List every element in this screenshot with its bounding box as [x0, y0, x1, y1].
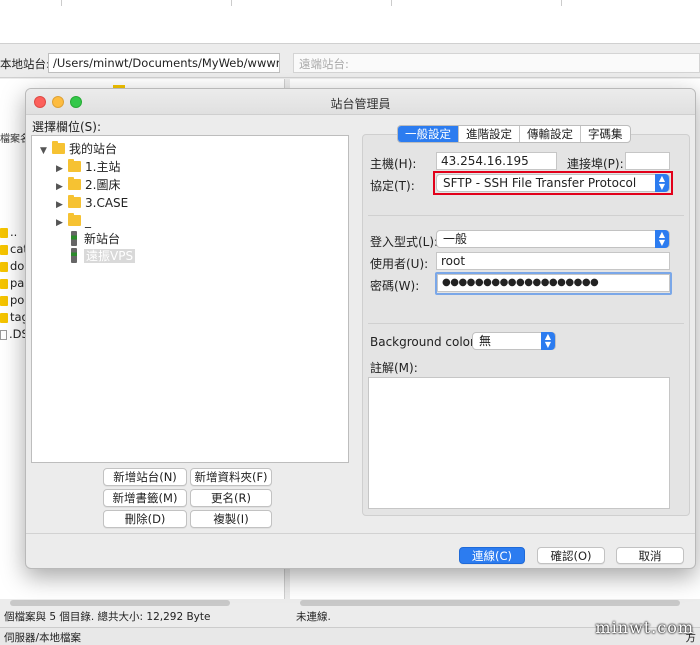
- logon-type-select[interactable]: 一般 ▲ ▼: [436, 230, 670, 248]
- toolbar-segment: [0, 0, 62, 6]
- rename-button[interactable]: 更名(R): [190, 489, 272, 507]
- toolbar-area: [0, 0, 700, 44]
- folder-icon: [68, 159, 81, 172]
- delete-button[interactable]: 刪除(D): [103, 510, 187, 528]
- bottom-tab[interactable]: 伺服器/本地檔案: [4, 632, 81, 644]
- host-field[interactable]: 43.254.16.195: [436, 152, 557, 170]
- server-icon: [71, 231, 77, 246]
- tree-site[interactable]: 新站台: [68, 230, 120, 248]
- remote-path-input[interactable]: 遠端站台:: [293, 53, 700, 73]
- local-path-input[interactable]: /Users/minwt/Documents/MyWeb/wwwroo: [48, 53, 280, 73]
- tree-folder[interactable]: ▶ _: [56, 212, 91, 230]
- divider: [26, 533, 695, 534]
- comments-label: 註解(M):: [370, 361, 418, 375]
- local-file-row[interactable]: cat: [0, 242, 26, 258]
- server-icon: [71, 248, 77, 263]
- tree-site-selected[interactable]: 遠振VPS: [68, 247, 136, 265]
- tab-charset[interactable]: 字碼集: [581, 126, 630, 142]
- bg-color-value: 無: [479, 334, 492, 348]
- user-label: 使用者(U):: [370, 257, 429, 271]
- new-bookmark-button[interactable]: 新增書籤(M): [103, 489, 187, 507]
- remote-site-label: 遠端站台:: [299, 57, 349, 71]
- toolbar-segment: [392, 0, 562, 6]
- local-file-row[interactable]: .DS: [0, 327, 26, 343]
- toolbar-segment: [62, 0, 232, 6]
- settings-tabs: 一般設定 進階設定 傳輸設定 字碼集: [397, 125, 631, 143]
- toolbar-segment: [232, 0, 392, 6]
- logon-type-label: 登入型式(L):: [370, 235, 439, 249]
- tree-folder[interactable]: ▶ 3.CASE: [56, 194, 128, 212]
- local-file-row[interactable]: dow: [0, 259, 26, 275]
- tree-site-label: 遠振VPS: [84, 249, 136, 263]
- dialog-title: 站台管理員: [330, 97, 391, 111]
- folder-icon: [68, 177, 81, 190]
- folder-icon: [68, 195, 81, 208]
- new-site-button[interactable]: 新增站台(N): [103, 468, 187, 486]
- local-file-row[interactable]: pos: [0, 293, 26, 309]
- port-field[interactable]: [625, 152, 670, 170]
- select-entry-label: 選擇欄位(S):: [32, 120, 102, 134]
- tree-site-label: 新站台: [84, 232, 121, 246]
- tree-folder-label: 1.主站: [85, 160, 121, 174]
- local-status: 個檔案與 5 個目錄. 總共大小: 12,292 Byte: [4, 611, 211, 623]
- filename-column-header[interactable]: 檔案名稱: [0, 130, 26, 144]
- port-label: 連接埠(P):: [567, 157, 624, 171]
- comments-textarea[interactable]: [368, 377, 670, 509]
- tree-folder-label: 2.圖床: [85, 178, 121, 192]
- divider: [368, 323, 684, 324]
- local-scrollbar[interactable]: [10, 600, 230, 606]
- local-file-row[interactable]: tag: [0, 310, 26, 326]
- chevron-down-icon[interactable]: ▼: [40, 142, 52, 160]
- host-label: 主機(H):: [370, 157, 417, 171]
- folder-icon: [68, 213, 81, 226]
- highlight-box: [433, 171, 673, 195]
- bg-color-label: Background color:: [370, 335, 479, 349]
- password-label: 密碼(W):: [370, 279, 420, 293]
- local-file-row[interactable]: ..: [0, 225, 26, 241]
- chevron-updown-icon: ▲ ▼: [655, 230, 669, 248]
- site-manager-dialog: 站台管理員 選擇欄位(S): ▼ 我的站台 ▶ 1.主站 ▶ 2.圖床 ▶ 3.CASE…: [25, 88, 696, 569]
- tree-root-label: 我的站台: [69, 142, 118, 156]
- cancel-button[interactable]: 取消: [616, 547, 684, 564]
- tab-general[interactable]: 一般設定: [398, 126, 459, 142]
- local-file-row[interactable]: pag: [0, 276, 26, 292]
- tab-advanced[interactable]: 進階設定: [459, 126, 520, 142]
- local-site-label: 本地站台:: [0, 57, 50, 71]
- tree-root[interactable]: ▼ 我的站台: [40, 140, 117, 158]
- watermark-logo: minwt.com: [595, 618, 694, 637]
- tree-folder-label: _: [85, 214, 91, 228]
- password-field[interactable]: ●●●●●●●●●●●●●●●●●●●: [437, 274, 670, 292]
- tree-folder-label: 3.CASE: [85, 196, 129, 210]
- folder-icon: [52, 141, 65, 154]
- connect-button[interactable]: 連線(C): [459, 547, 525, 564]
- divider: [368, 215, 684, 216]
- new-folder-button[interactable]: 新增資料夾(F): [190, 468, 272, 486]
- protocol-label: 協定(T):: [370, 179, 415, 193]
- tree-folder[interactable]: ▶ 2.圖床: [56, 176, 120, 194]
- remote-scrollbar[interactable]: [300, 600, 680, 606]
- chevron-right-icon[interactable]: ▶: [56, 214, 68, 232]
- logon-type-value: 一般: [443, 232, 468, 246]
- dialog-titlebar[interactable]: 站台管理員: [26, 89, 695, 115]
- site-bar: 本地站台: /Users/minwt/Documents/MyWeb/wwwro…: [0, 50, 700, 78]
- user-field[interactable]: root: [436, 252, 670, 270]
- tree-folder[interactable]: ▶ 1.主站: [56, 158, 120, 176]
- tab-transfer[interactable]: 傳輸設定: [520, 126, 581, 142]
- chevron-updown-icon: ▲ ▼: [541, 332, 555, 350]
- bg-color-select[interactable]: 無 ▲ ▼: [472, 332, 556, 350]
- duplicate-button[interactable]: 複製(I): [190, 510, 272, 528]
- ok-button[interactable]: 確認(O): [537, 547, 605, 564]
- site-tree: ▼ 我的站台 ▶ 1.主站 ▶ 2.圖床 ▶ 3.CASE ▶ _ 新站台 遠振VPS: [31, 135, 349, 463]
